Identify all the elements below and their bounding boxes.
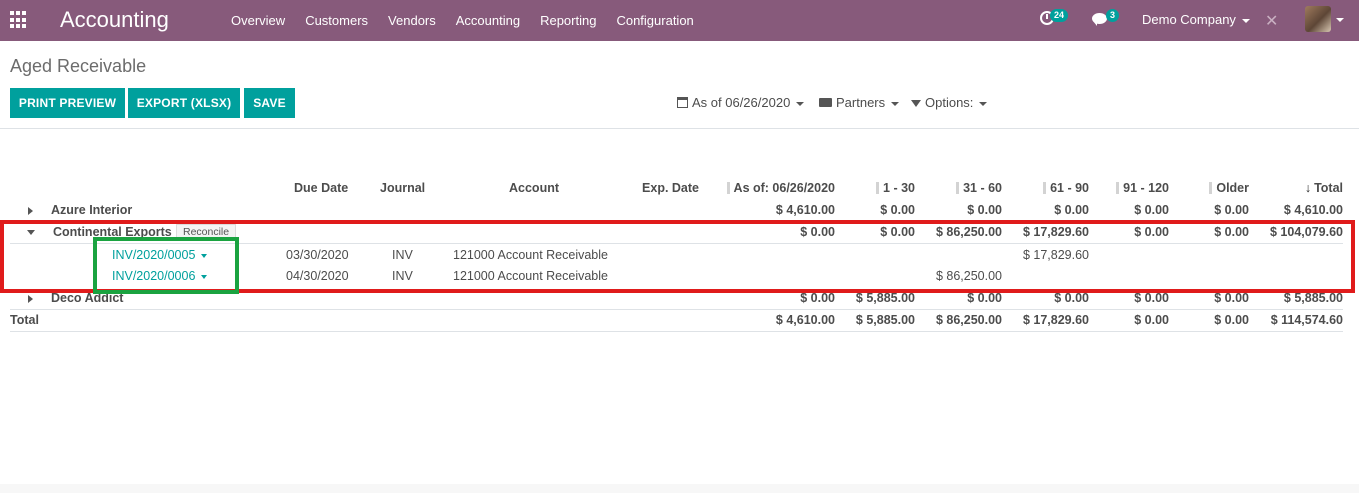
expand-arrow-icon[interactable] [28,207,33,215]
partner-amount-older: $ 0.00 [1214,291,1249,305]
partner-amount-1-30: $ 5,885.00 [855,291,915,305]
partner-amount-91-120: $ 0.00 [1134,203,1169,217]
partner-amount-91-120: $ 0.00 [1134,291,1169,305]
column-header-91-120[interactable]: 91 - 120 [1116,181,1169,195]
activity-count-badge: 24 [1050,9,1069,22]
main-menu: Overview Customers Vendors Accounting Re… [221,0,704,41]
partner-amount-31-60: $ 0.00 [967,291,1002,305]
total-amount-61-90: $ 17,829.60 [1022,313,1089,327]
menu-vendors[interactable]: Vendors [378,0,446,41]
column-header-journal: Journal [380,181,426,195]
partners-filter-dropdown[interactable]: Partners [819,95,900,110]
chevron-down-icon [979,101,988,106]
page-footer-band [0,484,1359,493]
date-filter-dropdown[interactable]: As of 06/26/2020 [677,95,805,110]
menu-reporting[interactable]: Reporting [530,0,606,41]
column-header-61-90[interactable]: 61 - 90 [1043,181,1089,195]
messages-count-badge: 3 [1106,9,1120,22]
partner-amount-1-30: $ 0.00 [880,203,915,217]
total-amount-31-60: $ 86,250.00 [935,313,1002,327]
sort-icon [876,182,880,194]
filter-icon [911,100,921,107]
column-header-exp-date: Exp. Date [642,181,699,195]
partner-amount-as-of: $ 0.00 [800,291,835,305]
print-preview-button[interactable]: PRINT PREVIEW [10,88,125,118]
sort-icon [1209,182,1213,194]
options-filter-label: Options: [925,95,974,110]
partners-filter-label: Partners [836,95,886,110]
company-switcher[interactable]: Demo Company [1142,12,1250,27]
column-header-31-60[interactable]: 31 - 60 [956,181,1002,195]
user-avatar[interactable] [1305,6,1331,32]
date-filter-label: As of 06/26/2020 [692,95,791,110]
chevron-down-icon [1241,18,1250,23]
menu-overview[interactable]: Overview [221,0,295,41]
app-title[interactable]: Accounting [60,7,169,33]
messages-chat-icon[interactable] [1092,13,1107,26]
expand-arrow-icon[interactable] [28,295,33,303]
chevron-down-icon [891,101,900,106]
partner-amount-as-of: $ 4,610.00 [775,203,835,217]
total-amount-total: $ 114,574.60 [1270,313,1343,327]
column-header-as-of[interactable]: As of: 06/26/2020 [726,181,835,195]
calendar-icon [677,97,688,108]
menu-accounting[interactable]: Accounting [446,0,530,41]
save-button[interactable]: SAVE [244,88,295,118]
sort-icon [1116,182,1120,194]
sort-descending-icon: ↓ [1304,181,1312,195]
total-amount-91-120: $ 0.00 [1134,313,1169,327]
invoice-highlight-box [93,237,239,294]
export-xlsx-button[interactable]: EXPORT (XLSX) [128,88,240,118]
column-header-1-30[interactable]: 1 - 30 [876,181,915,195]
sort-icon [956,182,960,194]
column-header-total[interactable]: ↓ Total [1305,181,1343,195]
page-title: Aged Receivable [10,56,147,76]
total-amount-1-30: $ 5,885.00 [855,313,915,327]
partner-amount-31-60: $ 0.00 [967,203,1002,217]
top-navbar: Accounting Overview Customers Vendors Ac… [0,0,1359,41]
menu-configuration[interactable]: Configuration [606,0,703,41]
partner-amount-older: $ 0.00 [1214,203,1249,217]
control-panel-divider [0,128,1359,129]
folder-icon [819,98,832,107]
partner-amount-total: $ 4,610.00 [1283,203,1343,217]
partner-amount-61-90: $ 0.00 [1054,203,1089,217]
sort-icon [726,182,730,194]
column-header-account: Account [509,181,559,195]
row-divider [10,309,1343,310]
column-header-older[interactable]: Older [1209,181,1249,195]
options-filter-dropdown[interactable]: Options: [911,95,988,110]
total-amount-as-of: $ 4,610.00 [775,313,835,327]
row-divider [10,331,1343,332]
partner-amount-total: $ 5,885.00 [1283,291,1343,305]
partner-name[interactable]: Azure Interior [51,203,132,217]
total-label: Total [10,313,39,327]
debug-tools-icon[interactable]: ✕ [1265,11,1278,31]
sort-icon [1043,182,1047,194]
chevron-down-icon [796,101,805,106]
partner-amount-61-90: $ 0.00 [1054,291,1089,305]
menu-customers[interactable]: Customers [295,0,378,41]
total-amount-older: $ 0.00 [1214,313,1249,327]
company-name: Demo Company [1142,12,1236,27]
apps-menu-icon[interactable] [10,11,28,29]
column-header-due-date: Due Date [294,181,349,195]
chevron-down-icon[interactable] [1336,18,1344,22]
